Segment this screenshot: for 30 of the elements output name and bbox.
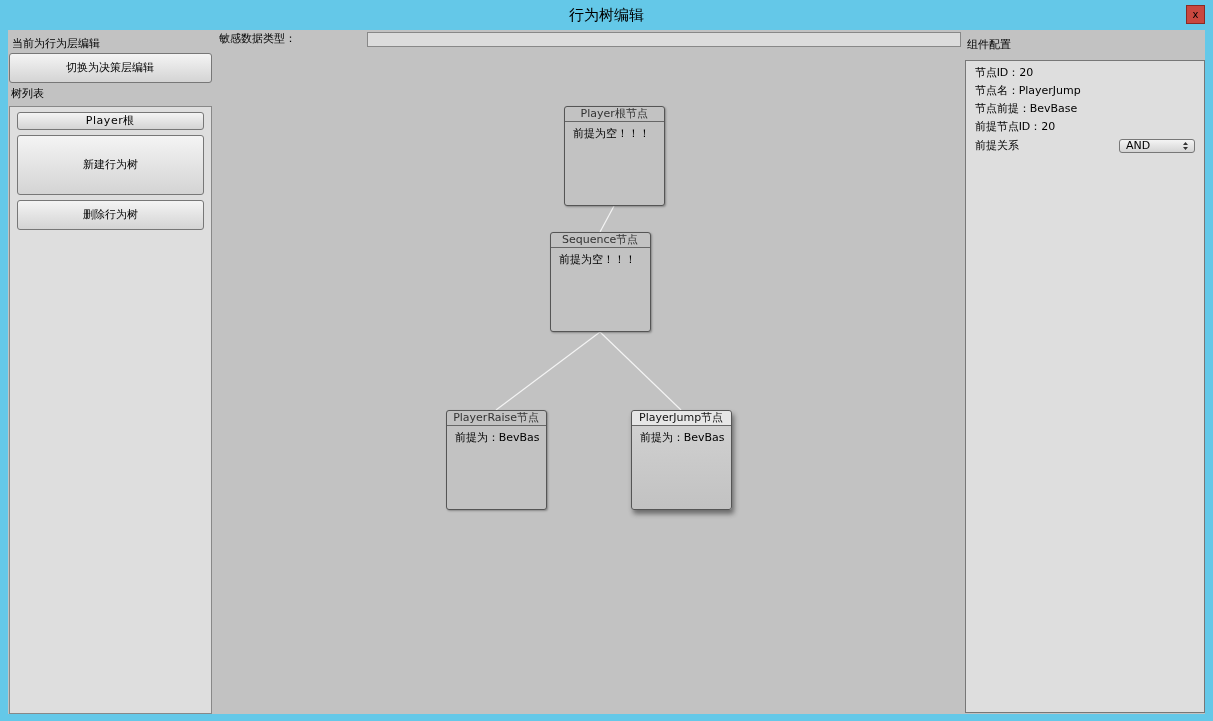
dropdown-arrows-icon [1183,141,1188,150]
new-tree-button[interactable]: 新建行为树 [17,135,204,195]
sensitive-data-type-field[interactable] [366,31,961,47]
tree-list-label: 树列表 [10,86,45,102]
field-label: 敏感数据类型： [217,30,297,47]
node-title: Sequence节点 [550,233,650,248]
config-field: 节点前提：BevBase [974,101,1195,116]
tree-node[interactable]: Player根节点 前提为空！！！ [563,106,665,206]
node-title: Player根节点 [564,107,664,122]
relation-dropdown[interactable]: AND [1119,138,1195,153]
panel-title: 组件配置 [965,37,1012,53]
node-title: PlayerRaise节点 [446,411,546,426]
node-condition: 前提为空！！！ [557,252,637,268]
relation-label: 前提关系 [974,137,1019,154]
node-title: PlayerJump节点 [631,411,731,426]
close-button[interactable]: x [1186,5,1205,24]
delete-tree-button[interactable]: 删除行为树 [17,200,204,230]
node-condition: 前提为空！！！ [571,126,651,142]
config-field: 节点ID：20 [974,65,1195,80]
node-condition: 前提为：BevBas [453,430,541,446]
config-field: 前提节点ID：20 [974,119,1195,134]
switch-mode-button[interactable]: 切换为决策层编辑 [9,53,212,83]
config-field: 节点名：PlayerJump [974,83,1195,98]
node-condition: 前提为：BevBas [638,430,726,446]
tree-node[interactable]: PlayerJump节点 前提为：BevBas [630,410,732,510]
window-title: 行为树编辑 [569,4,644,26]
tree-item[interactable]: Player根 [17,112,204,130]
tree-node[interactable]: Sequence节点 前提为空！！！ [549,232,651,332]
tree-node[interactable]: PlayerRaise节点 前提为：BevBas [445,410,547,510]
mode-label: 当前为行为层编辑 [11,36,101,51]
